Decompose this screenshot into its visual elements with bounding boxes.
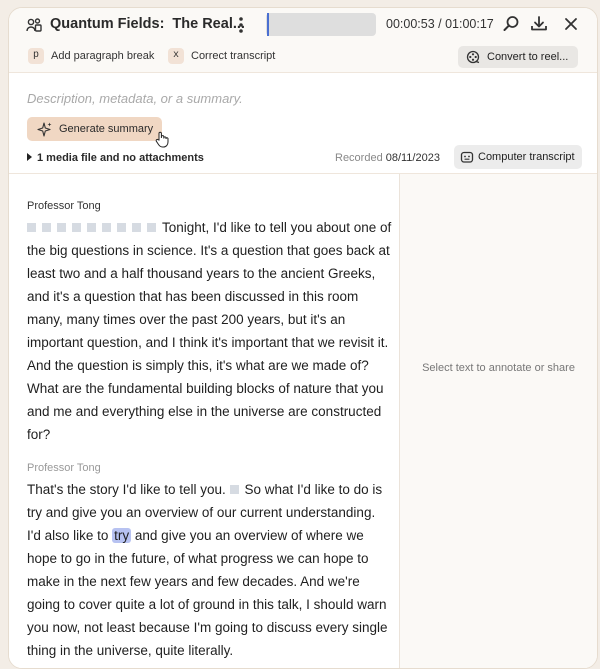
content-area: Professor Tong Tonight, I'd like to tell… <box>9 173 597 668</box>
paragraph-text[interactable]: Tonight, I'd like to tell you about one … <box>27 220 391 442</box>
speaker-label[interactable]: Professor Tong <box>27 462 101 474</box>
correct-transcript-button[interactable]: Correct transcript <box>191 50 275 62</box>
paragraph-text[interactable]: and give you an overview of where we hop… <box>27 528 388 658</box>
description-input[interactable]: Description, metadata, or a summary. <box>27 91 243 106</box>
highlighted-word[interactable]: try <box>112 528 132 543</box>
film-reel-icon <box>466 50 480 64</box>
generate-summary-button[interactable]: Generate summary <box>27 117 162 141</box>
shortcut-key-x: x <box>168 48 184 64</box>
convert-to-reel-button[interactable]: Convert to reel... <box>458 46 578 68</box>
playback-scrubber[interactable] <box>266 13 376 36</box>
shortcut-key-p: p <box>28 48 44 64</box>
playhead[interactable] <box>267 13 269 36</box>
editor-window: Quantum Fields: The Real... 00:00:53 / 01… <box>8 7 598 669</box>
convert-label: Convert to reel... <box>487 51 569 63</box>
recorded-date-value: 08/11/2023 <box>385 152 440 164</box>
computer-transcript-button[interactable]: Computer transcript <box>454 145 582 169</box>
computer-transcript-label: Computer transcript <box>478 151 575 163</box>
time-readout: 00:00:53 / 01:00:17 <box>386 17 494 31</box>
generate-summary-label: Generate summary <box>59 123 154 135</box>
annotation-hint: Select text to annotate or share <box>422 362 575 374</box>
transcript-paragraph[interactable]: Tonight, I'd like to tell you about one … <box>27 216 392 446</box>
people-icon <box>26 18 42 32</box>
transcript-panel: Professor Tong Tonight, I'd like to tell… <box>9 174 400 668</box>
search-icon[interactable] <box>501 14 521 34</box>
recorded-label: Recorded <box>335 152 383 164</box>
page-title: Quantum Fields: The Real... <box>50 16 245 32</box>
untranscribed-placeholder <box>229 484 239 494</box>
add-paragraph-break-button[interactable]: Add paragraph break <box>51 50 154 62</box>
robot-icon <box>460 151 474 163</box>
hand-pointer-icon <box>155 131 169 148</box>
title-row: Quantum Fields: The Real... 00:00:53 / 01… <box>9 8 597 42</box>
annotation-sidebar: Select text to annotate or share <box>400 174 597 668</box>
description-section: Description, metadata, or a summary. Gen… <box>9 72 597 174</box>
media-summary-text: 1 media file and no attachments <box>37 152 204 164</box>
close-icon[interactable] <box>561 14 581 34</box>
caret-right-icon <box>27 153 32 161</box>
download-icon[interactable] <box>529 14 549 34</box>
sparkle-icon <box>37 122 52 137</box>
recorded-date: Recorded 08/11/2023 <box>335 152 440 164</box>
paragraph-text[interactable]: That's the story I'd like to tell you. <box>27 482 226 497</box>
transcript-paragraph[interactable]: That's the story I'd like to tell you. S… <box>27 478 392 662</box>
media-attachments-toggle[interactable]: 1 media file and no attachments <box>27 152 204 164</box>
title-part1: Quantum Fields: <box>50 16 165 32</box>
more-vertical-icon[interactable] <box>235 15 247 35</box>
top-bar: Quantum Fields: The Real... 00:00:53 / 01… <box>9 8 597 72</box>
speaker-label[interactable]: Professor Tong <box>27 200 101 212</box>
untranscribed-placeholder <box>27 220 162 235</box>
